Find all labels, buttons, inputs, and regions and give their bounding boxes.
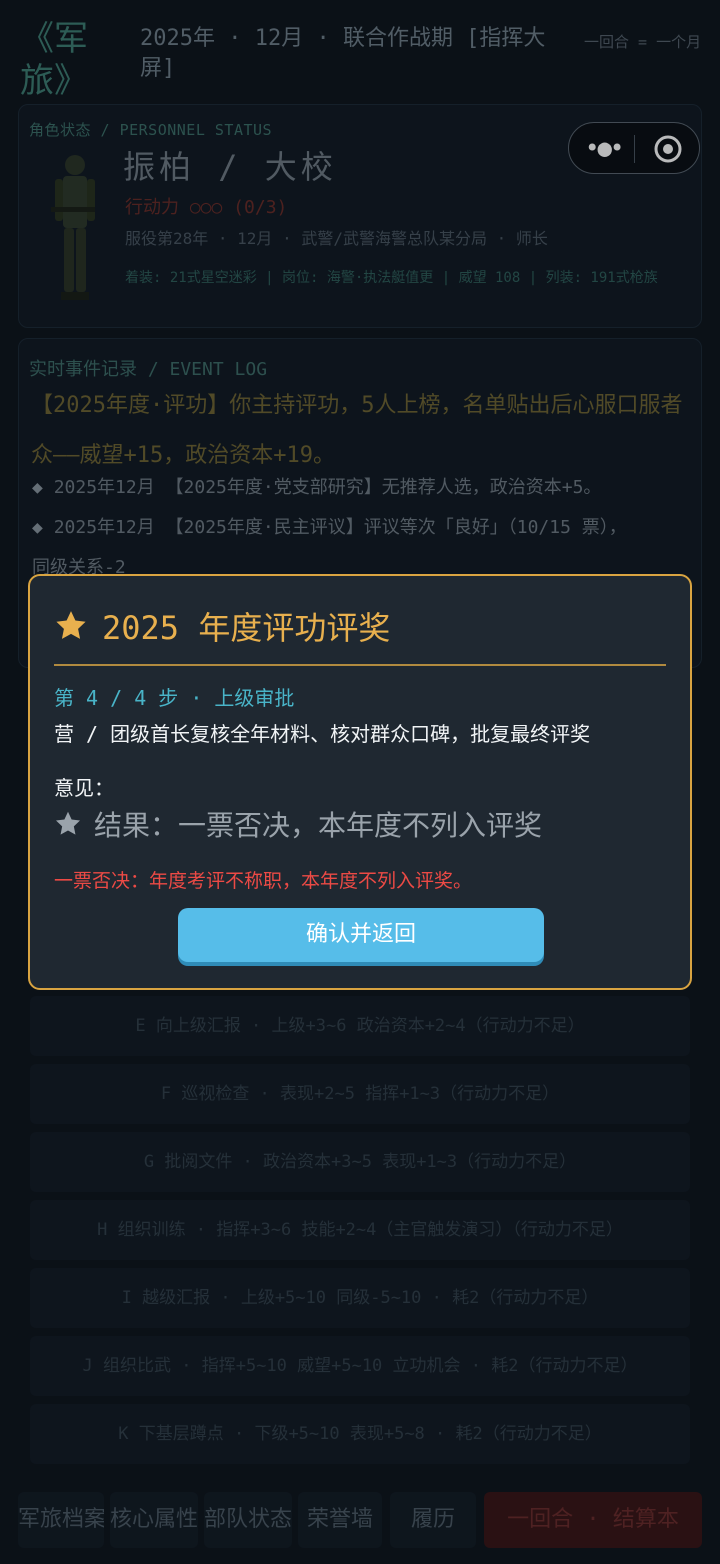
award-review-modal: 2025 年度评功评奖 第 4 / 4 步 · 上级审批 营 / 团级首长复核全… xyxy=(28,574,692,990)
confirm-return-button[interactable]: 确认并返回 xyxy=(178,908,544,962)
star-icon xyxy=(55,811,81,835)
step-description: 营 / 团级首长复核全年材料、核对群众口碑，批复最终评奖 xyxy=(54,722,591,746)
opinion-label: 意见： xyxy=(54,776,114,800)
title-divider xyxy=(54,664,666,666)
star-icon xyxy=(56,611,86,639)
result-line: 结果：一票否决，本年度不列入评奖 xyxy=(54,806,674,846)
modal-title: 2025 年度评功评奖 xyxy=(54,606,674,650)
step-indicator: 第 4 / 4 步 · 上级审批 xyxy=(54,686,295,710)
result-text: 结果：一票否决，本年度不列入评奖 xyxy=(94,809,543,842)
veto-note: 一票否决：年度考评不称职，本年度不列入评奖。 xyxy=(54,870,473,892)
modal-title-text: 2025 年度评功评奖 xyxy=(102,609,391,647)
